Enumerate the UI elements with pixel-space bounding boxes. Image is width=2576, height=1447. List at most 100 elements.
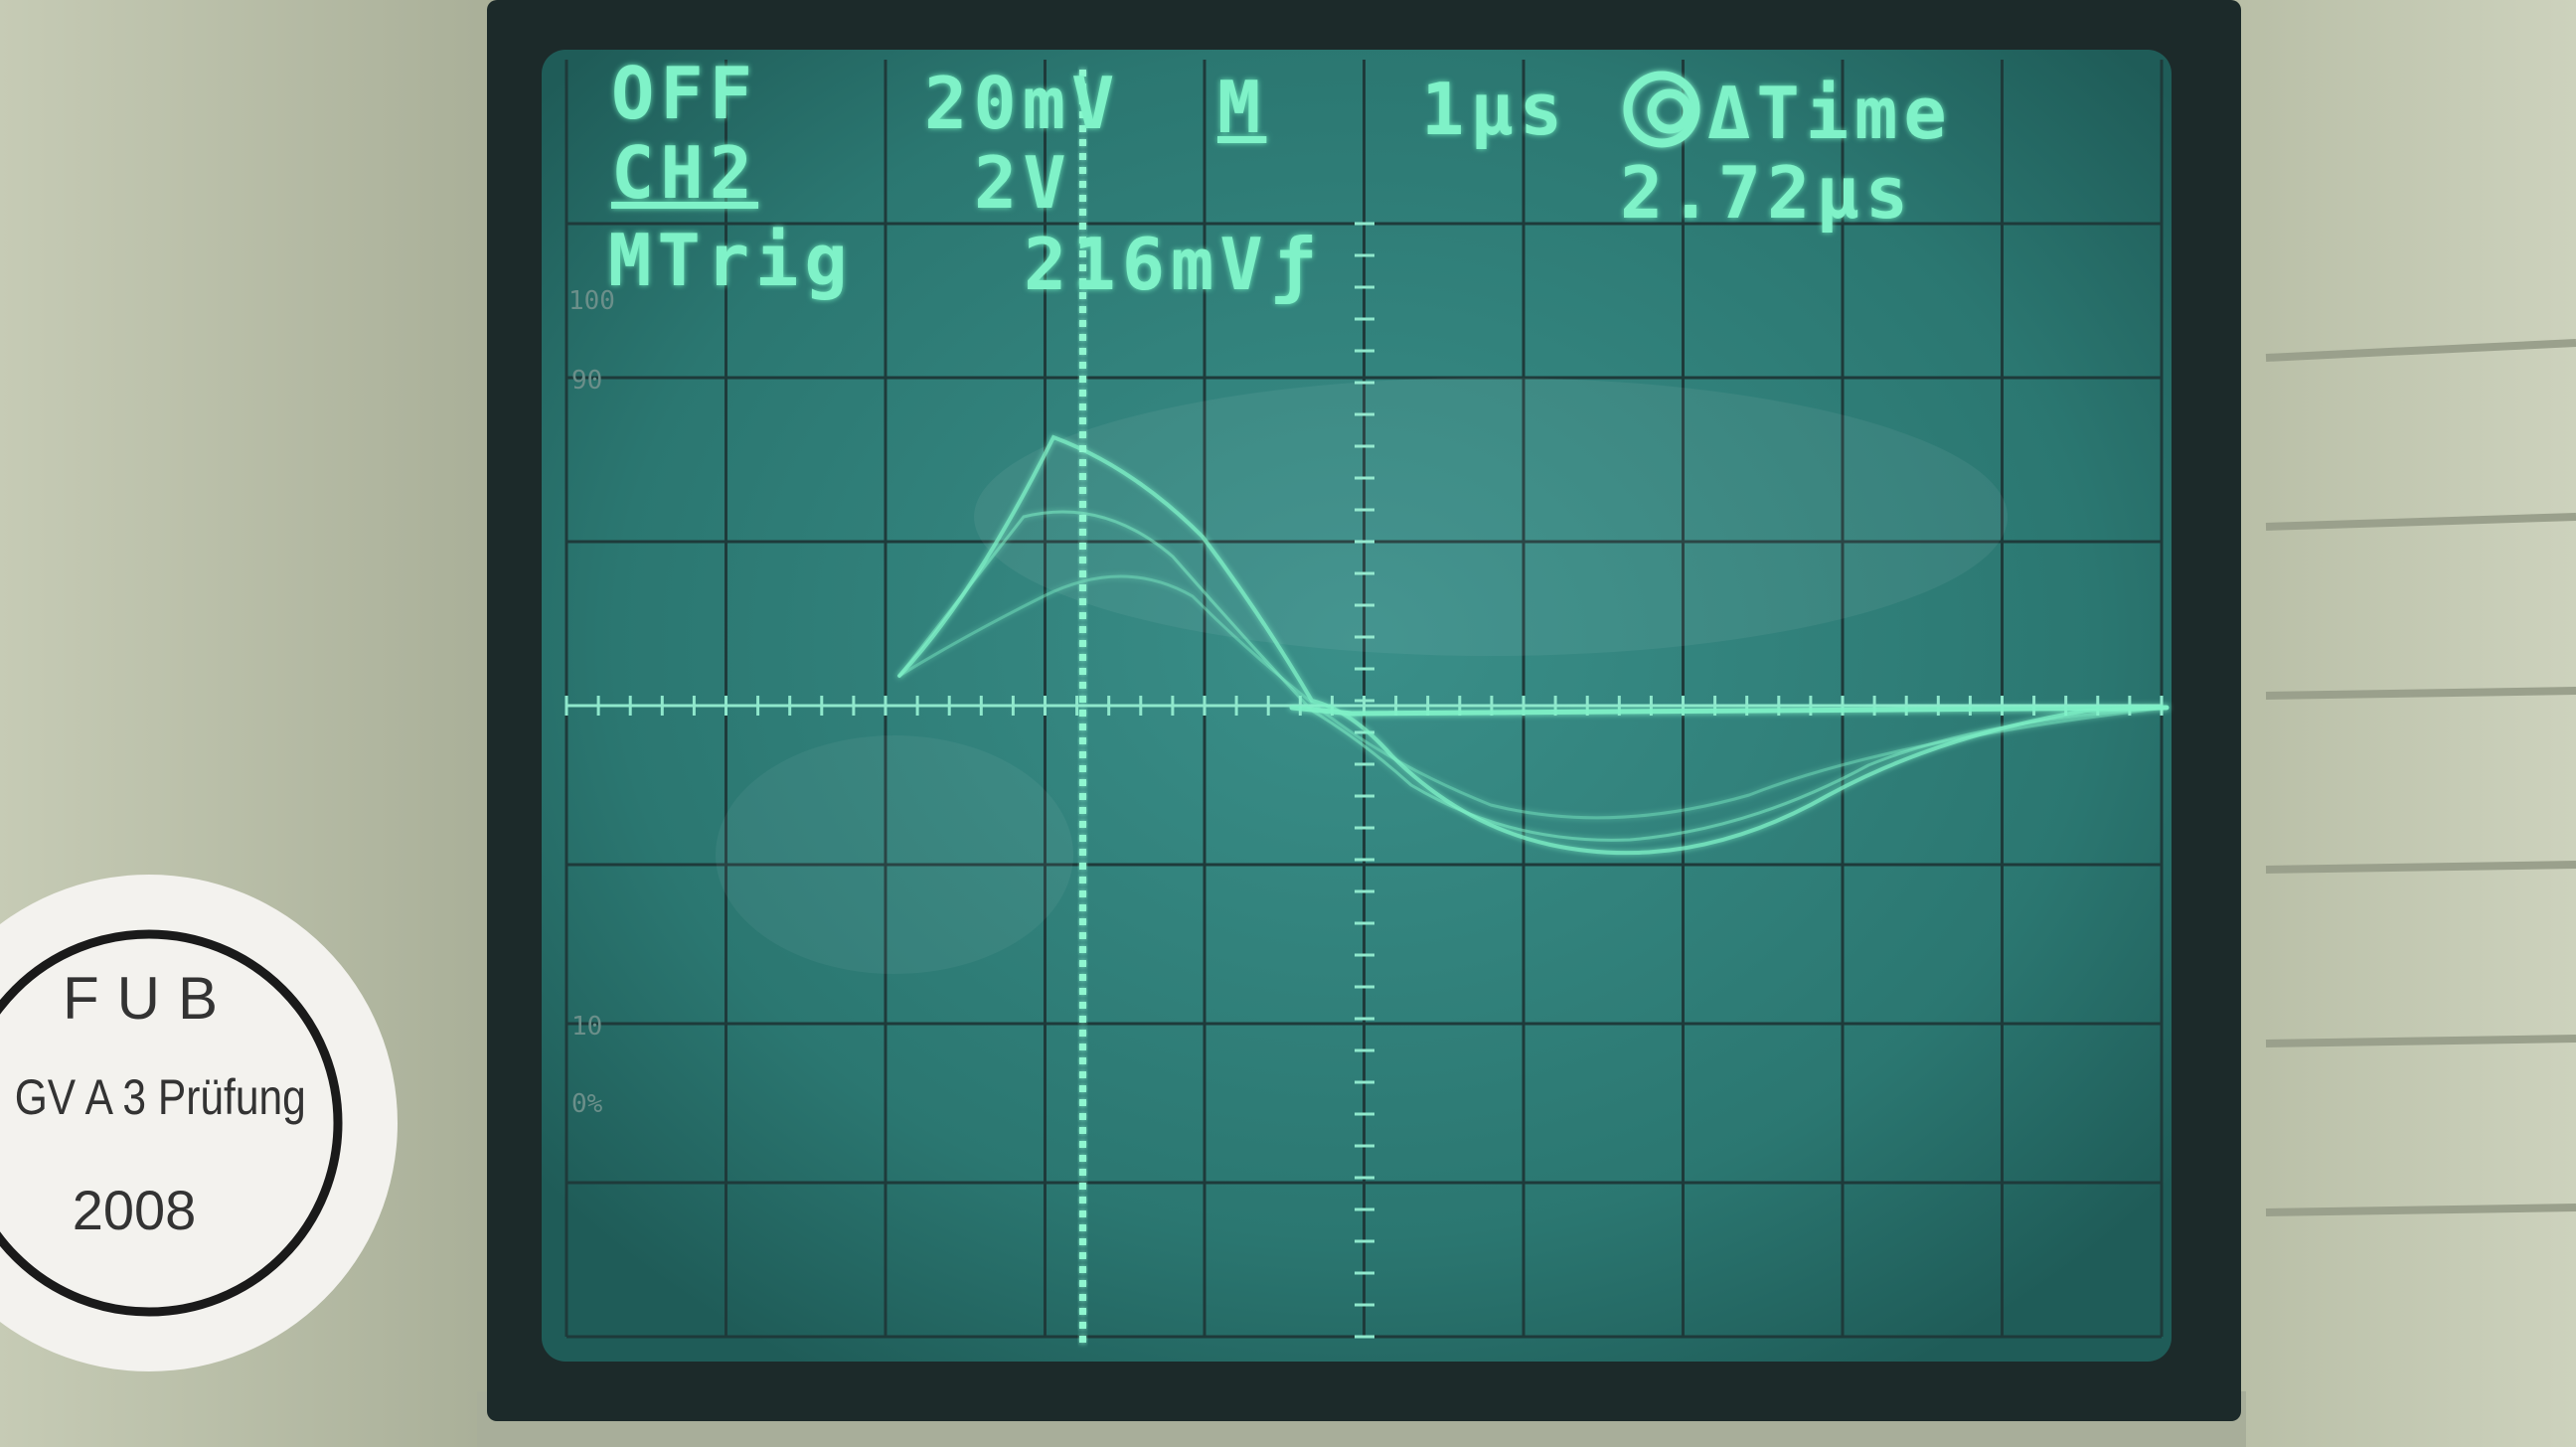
trigger-slope-icon: ƒ — [1272, 223, 1322, 306]
cursor-dot — [1079, 626, 1086, 633]
cursor-dot — [1079, 501, 1086, 508]
cursor-dot — [1079, 153, 1086, 160]
cursor-dot — [1079, 765, 1086, 772]
cursor-dot — [1079, 390, 1086, 397]
cursor-dot — [1079, 640, 1086, 647]
cursor-dot — [1079, 195, 1086, 202]
cursor-dot — [1079, 1030, 1086, 1037]
trigger-level-readout: 216mV — [1024, 223, 1269, 306]
sticker-line-1: FUB — [63, 965, 236, 1032]
cursor-dot — [1079, 1266, 1086, 1273]
cursor-dot — [1079, 1016, 1086, 1023]
cursor-dot — [1079, 918, 1086, 925]
cursor-dot — [1079, 376, 1086, 383]
cursor-dot — [1079, 403, 1086, 410]
cursor-dot — [1079, 849, 1086, 856]
cursor-dot — [1079, 570, 1086, 577]
screen-reflection-2 — [716, 735, 1073, 974]
screen-reflection — [974, 378, 2008, 656]
cursor-dot — [1079, 1210, 1086, 1217]
cursor-dot — [1079, 890, 1086, 897]
cursor-dot — [1079, 515, 1086, 522]
cursor-dot — [1079, 807, 1086, 814]
cursor-dot — [1079, 1336, 1086, 1343]
cursor-dot — [1079, 459, 1086, 466]
trigger-label: MTrig — [608, 219, 854, 302]
cursor-dot — [1079, 209, 1086, 216]
mode-readout: OFF — [611, 52, 759, 135]
cursor-dot — [1079, 1238, 1086, 1245]
cursor-dot — [1079, 932, 1086, 939]
cursor-dot — [1079, 320, 1086, 327]
cursor-dot — [1079, 1002, 1086, 1009]
cursor-dot — [1079, 974, 1086, 981]
cursor-dot — [1079, 835, 1086, 842]
sticker-line-2: GV A 3 Prüfung — [14, 1069, 306, 1125]
cursor-dot — [1079, 1044, 1086, 1050]
channel-readout: CH2 — [611, 131, 759, 215]
cursor-dot — [1079, 710, 1086, 717]
cursor-dot — [1079, 334, 1086, 341]
cursor-dot — [1079, 557, 1086, 563]
graticule-label-100: 100 — [568, 286, 615, 316]
cursor-dot — [1079, 1183, 1086, 1190]
cursor-dot — [1079, 1127, 1086, 1134]
cursor-dot — [1079, 1308, 1086, 1315]
cursor-dot — [1079, 1224, 1086, 1231]
cursor-dot — [1079, 487, 1086, 494]
cursor-dot — [1079, 473, 1086, 480]
ch2-scale-readout: 2V — [974, 141, 1072, 225]
sticker-line-3: 2008 — [72, 1179, 197, 1241]
cursor-dot — [1079, 417, 1086, 424]
cursor-dot — [1079, 584, 1086, 591]
cursor-dot — [1079, 1322, 1086, 1329]
cursor-dot — [1079, 1099, 1086, 1106]
cursor-dot — [1079, 863, 1086, 870]
cursor-dot — [1079, 946, 1086, 953]
cursor-dot — [1079, 167, 1086, 174]
cursor-dot — [1079, 821, 1086, 828]
cursor-dot — [1079, 1057, 1086, 1064]
cursor-dot — [1079, 612, 1086, 619]
cursor-dot — [1079, 543, 1086, 550]
cursor-dot — [1079, 696, 1086, 703]
cursor-dot — [1079, 779, 1086, 786]
cursor-dot — [1079, 877, 1086, 884]
cursor-dot — [1079, 529, 1086, 536]
cursor-dot — [1079, 1169, 1086, 1176]
cursor-dot — [1079, 988, 1086, 995]
cursor-dot — [1079, 960, 1086, 967]
cursor-dot — [1079, 598, 1086, 605]
cursor-dot — [1079, 1155, 1086, 1162]
cursor-dot — [1079, 1085, 1086, 1092]
cursor-dot — [1079, 362, 1086, 369]
cursor-dot — [1079, 348, 1086, 355]
case-right-panel — [2226, 0, 2576, 1447]
cursor-dot — [1079, 668, 1086, 675]
cursor-dot — [1079, 724, 1086, 730]
cursor-dot — [1079, 793, 1086, 800]
cursor-dot — [1079, 1197, 1086, 1204]
timebase-mode-icon: M — [1217, 66, 1267, 149]
cursor-dot — [1079, 1113, 1086, 1120]
graticule-label-90: 90 — [571, 366, 603, 396]
graticule-label-10: 10 — [571, 1012, 603, 1042]
timebase-readout: 1µs — [1421, 68, 1569, 151]
cursor-dot — [1079, 737, 1086, 744]
cursor-dot — [1079, 682, 1086, 689]
cursor-delta-label: ΔTime — [1707, 72, 1953, 155]
cursor-dot — [1079, 751, 1086, 758]
cursor-dot — [1079, 445, 1086, 452]
cursor-dot — [1079, 181, 1086, 188]
cursor-dot — [1079, 1141, 1086, 1148]
cursor-dot — [1079, 306, 1086, 313]
cursor-dot — [1079, 1252, 1086, 1259]
cursor-dot — [1079, 431, 1086, 438]
graticule-label-0: 0% — [571, 1089, 603, 1119]
oscilloscope-photo — [0, 0, 2576, 1447]
cursor-dot — [1079, 904, 1086, 911]
cursor-dot — [1079, 654, 1086, 661]
cursor-dot — [1079, 1280, 1086, 1287]
cursor-dot — [1079, 1294, 1086, 1301]
cursor-delta-value: 2.72µs — [1620, 151, 1915, 235]
